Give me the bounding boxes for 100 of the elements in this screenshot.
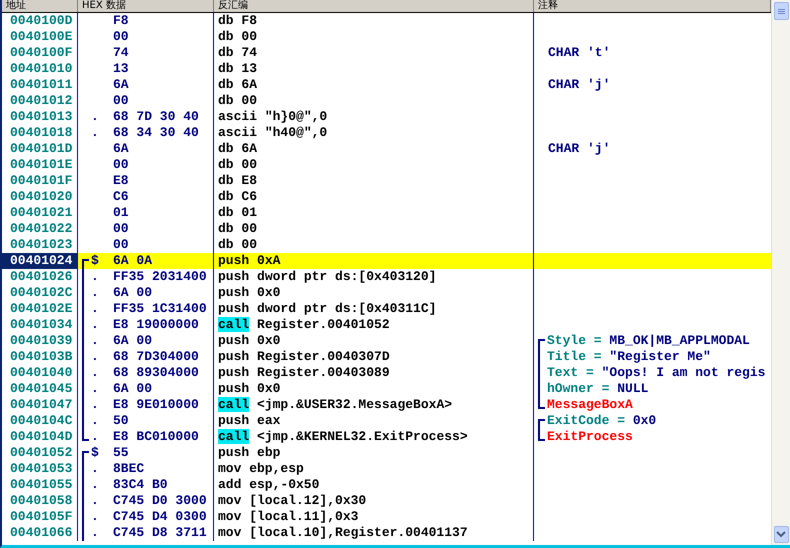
hex-bytes: E8 19000000	[113, 317, 199, 333]
address-cell[interactable]: 0040100D	[2, 13, 78, 29]
marker-symbol: .	[91, 477, 99, 493]
marker-symbol: .	[91, 333, 99, 349]
call-mnemonic: call	[218, 429, 250, 444]
hex-bytes: C745 D4 0300	[113, 509, 207, 525]
address-cell[interactable]: 00401024	[2, 253, 78, 269]
address-cell[interactable]: 00401058	[2, 493, 78, 509]
scroll-thumb[interactable]	[774, 2, 788, 20]
operands: F8	[241, 13, 258, 28]
comment-text: MessageBoxA	[547, 397, 633, 413]
operands: 01	[241, 205, 258, 220]
address-cell[interactable]: 00401012	[2, 93, 78, 109]
address-cell[interactable]: 0040102C	[2, 285, 78, 301]
hex-bytes: 83C4 B0	[113, 477, 168, 493]
operands: 00	[241, 93, 258, 108]
hex-bytes: 6A 00	[113, 285, 152, 301]
address-cell[interactable]: 00401018	[2, 125, 78, 141]
mnemonic: db	[218, 93, 234, 108]
column-header[interactable]: 地址	[6, 0, 26, 11]
scrollbar[interactable]	[771, 0, 790, 545]
comment-text: CHAR 'j'	[548, 77, 610, 93]
address-cell[interactable]: 00401013	[2, 109, 78, 125]
address-cell[interactable]: 0040103B	[2, 349, 78, 365]
marker-symbol: .	[91, 397, 99, 413]
mnemonic: db	[218, 29, 234, 44]
mnemonic: push	[218, 445, 250, 460]
mnemonic: db	[218, 189, 234, 204]
operands: Register.0040307D	[257, 349, 390, 364]
marker-symbol: .	[91, 301, 99, 317]
address-cell[interactable]: 0040101D	[2, 141, 78, 157]
hex-bytes: 55	[113, 445, 129, 461]
address-cell[interactable]: 00401022	[2, 221, 78, 237]
mnemonic: push	[218, 381, 250, 396]
mnemonic: push	[218, 253, 250, 268]
mnemonic: mov	[218, 493, 242, 508]
scroll-down-button[interactable]	[774, 526, 788, 543]
hex-bytes: 68 7D 30 40	[113, 109, 199, 125]
hex-bytes: E8 9E010000	[113, 397, 199, 413]
address-cell[interactable]: 00401026	[2, 269, 78, 285]
address-cell[interactable]: 0040100E	[2, 29, 78, 45]
marker-symbol: .	[91, 365, 99, 381]
hex-bytes: 68 34 30 40	[113, 125, 199, 141]
operands: 74	[241, 45, 258, 60]
operands: C6	[241, 189, 258, 204]
hex-bytes: C745 D0 3000	[113, 493, 207, 509]
address-cell[interactable]: 00401045	[2, 381, 78, 397]
comment-text: CHAR 't'	[548, 45, 610, 61]
address-cell[interactable]: 00401052	[2, 445, 78, 461]
address-cell[interactable]: 00401010	[2, 61, 78, 77]
hex-bytes: 00	[113, 221, 129, 237]
hex-bytes: 68 89304000	[113, 365, 199, 381]
operands: dword ptr ds:[0x403120]	[257, 269, 436, 284]
address-cell[interactable]: 0040105F	[2, 509, 78, 525]
hex-bytes: FF35 2031400	[113, 269, 207, 285]
marker-symbol: .	[91, 317, 99, 333]
address-cell[interactable]: 00401055	[2, 477, 78, 493]
hex-bytes: 68 7D304000	[113, 349, 199, 365]
operands: dword ptr ds:[0x40311C]	[257, 301, 436, 316]
mnemonic: ascii	[218, 125, 258, 140]
hex-bytes: 00	[113, 237, 129, 253]
address-cell[interactable]: 0040101E	[2, 157, 78, 173]
address-cell[interactable]: 0040102E	[2, 301, 78, 317]
operands: 6A	[241, 77, 258, 92]
address-cell[interactable]: 0040104D	[2, 429, 78, 445]
mnemonic: db	[218, 61, 234, 76]
comment-text: ExitCode = 0x0	[547, 413, 656, 429]
comment-text: Text = "Oops! I am not regis	[547, 365, 766, 381]
hex-bytes: 50	[113, 413, 129, 429]
mnemonic: push	[218, 285, 250, 300]
hex-bytes: 01	[113, 205, 129, 221]
address-cell[interactable]: 00401066	[2, 525, 78, 541]
call-mnemonic: call	[218, 317, 250, 332]
mnemonic: db	[218, 157, 234, 172]
operands: 6A	[241, 141, 258, 156]
address-cell[interactable]: 00401020	[2, 189, 78, 205]
address-cell[interactable]: 0040104C	[2, 413, 78, 429]
address-cell[interactable]: 00401039	[2, 333, 78, 349]
operands: 0x0	[257, 381, 280, 396]
mnemonic: db	[218, 237, 234, 252]
address-cell[interactable]: 00401053	[2, 461, 78, 477]
column-header[interactable]: HEX 数据	[82, 0, 126, 11]
operands: <jmp.&KERNEL32.ExitProcess>	[257, 429, 468, 444]
hex-bytes: 74	[113, 45, 129, 61]
hex-bytes: 6A	[113, 77, 129, 93]
column-header[interactable]: 反汇编	[218, 0, 248, 11]
address-cell[interactable]: 00401034	[2, 317, 78, 333]
mnemonic: db	[218, 173, 234, 188]
comment-text: hOwner = NULL	[547, 381, 648, 397]
address-cell[interactable]: 0040100F	[2, 45, 78, 61]
address-cell[interactable]: 00401011	[2, 77, 78, 93]
address-cell[interactable]: 0040101F	[2, 173, 78, 189]
address-cell[interactable]: 00401040	[2, 365, 78, 381]
hex-bytes: 8BEC	[113, 461, 144, 477]
address-cell[interactable]: 00401047	[2, 397, 78, 413]
operands: "h}0@",0	[264, 109, 328, 124]
marker-symbol: .	[91, 125, 99, 141]
address-cell[interactable]: 00401021	[2, 205, 78, 221]
hex-bytes: E8 BC010000	[113, 429, 199, 445]
mnemonic: push	[218, 301, 250, 316]
